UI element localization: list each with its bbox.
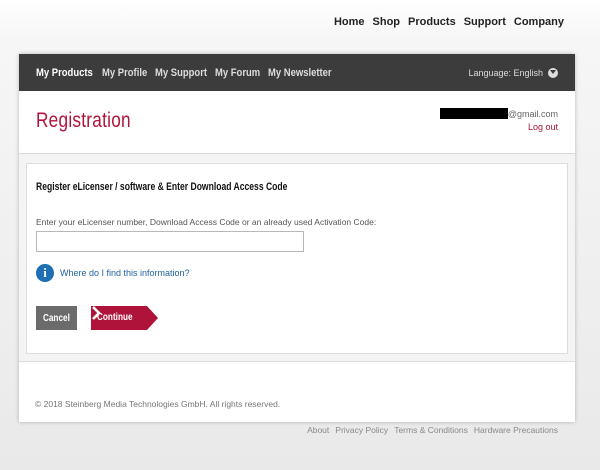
logout-link[interactable]: Log out [528,122,558,132]
tab-my-support[interactable]: My Support [155,67,207,79]
registration-form-panel: Register eLicenser / software & Enter Do… [26,163,568,354]
tab-my-forum[interactable]: My Forum [215,67,260,79]
footer-link-privacy[interactable]: Privacy Policy [335,425,388,435]
main-card: My Products My Profile My Support My For… [19,54,575,422]
footer-link-hardware[interactable]: Hardware Precautions [474,425,558,435]
nav-shop[interactable]: Shop [373,16,401,28]
info-link-text: Where do I find this information? [60,268,190,278]
info-icon: i [36,264,54,282]
continue-button[interactable]: Continue [91,306,158,330]
code-field-label: Enter your eLicenser number, Download Ac… [36,217,377,227]
email-suffix: @gmail.com [507,108,558,119]
top-nav: Home Shop Products Support Company [334,16,564,28]
account-nav-bar: My Products My Profile My Support My For… [19,54,575,91]
cancel-button[interactable]: Cancel [36,306,77,330]
language-selector[interactable]: Language: English [468,67,558,78]
account-tabs: My Products My Profile My Support My For… [36,67,336,79]
registration-header: Registration @gmail.com Log out [19,91,575,154]
nav-support[interactable]: Support [464,16,506,28]
cancel-label: Cancel [43,312,70,324]
nav-products[interactable]: Products [408,16,456,28]
footer: © 2018 Steinberg Media Technologies GmbH… [19,361,575,422]
code-input[interactable] [36,231,304,252]
tab-my-products[interactable]: My Products [36,67,93,79]
tab-my-newsletter[interactable]: My Newsletter [268,67,332,79]
nav-company[interactable]: Company [514,16,564,28]
redacted-email-block [439,108,508,119]
chevron-down-icon [548,67,558,78]
info-link[interactable]: i Where do I find this information? [36,264,190,282]
page-title: Registration [36,109,131,132]
tab-my-profile[interactable]: My Profile [102,67,147,79]
footer-links: About Privacy Policy Terms & Conditions … [307,425,558,435]
chevron-right-icon [92,306,101,320]
footer-link-about[interactable]: About [307,425,329,435]
copyright-text: © 2018 Steinberg Media Technologies GmbH… [35,399,281,409]
continue-label: Continue [97,312,133,323]
footer-link-terms[interactable]: Terms & Conditions [394,425,468,435]
language-label: Language: English [468,67,543,78]
form-title: Register eLicenser / software & Enter Do… [36,181,288,193]
nav-home[interactable]: Home [334,16,365,28]
user-email: @gmail.com [439,108,558,119]
